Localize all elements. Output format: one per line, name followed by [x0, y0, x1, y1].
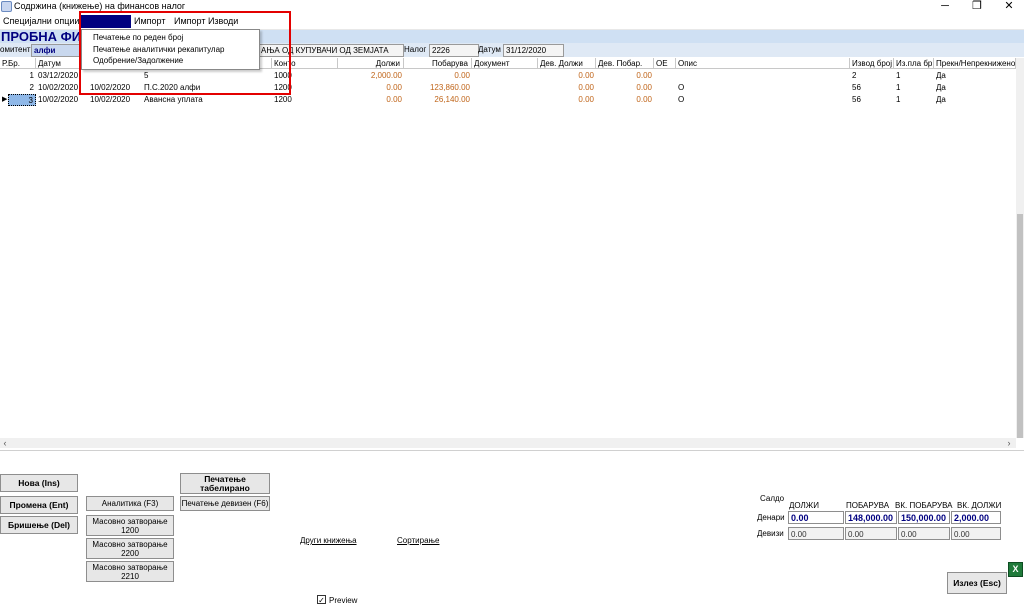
denari-vk-pobaruva-value: 150,000.00: [898, 511, 950, 524]
scroll-left-icon[interactable]: ‹: [0, 438, 10, 448]
cell-izvod: 2: [852, 71, 857, 80]
cell-dolzi: 0.00: [386, 95, 402, 104]
annotation-highlight-box: [79, 11, 291, 95]
cell-datum2: 10/02/2020: [90, 95, 131, 104]
mass-close-1200-button[interactable]: Масовно затворање 1200: [86, 515, 174, 536]
minimize-button[interactable]: ─: [930, 0, 960, 14]
print-tabular-button[interactable]: Печатење табелирано: [180, 473, 270, 494]
excel-export-icon[interactable]: X: [1008, 562, 1023, 577]
print-foreign-button[interactable]: Печатење девизен (F6): [180, 496, 270, 511]
firm-name: ПРОБНА ФИР: [1, 29, 90, 44]
denari-dolzi-value: 0.00: [788, 511, 844, 524]
devizi-dolzi-value: 0.00: [788, 527, 844, 540]
cell-izpla: 1: [896, 83, 901, 92]
col-header-dolzi[interactable]: Должи: [338, 58, 404, 69]
cell-description: Авансна уплата: [144, 95, 203, 104]
cell-dolzi: 0.00: [386, 83, 402, 92]
col-header-dokument[interactable]: Документ: [472, 58, 538, 69]
table-row[interactable]: ▶ 3 10/02/2020 10/02/2020 Авансна уплата…: [0, 94, 1016, 106]
new-button[interactable]: Нова (Ins): [0, 474, 78, 492]
col-header-opis[interactable]: Опис: [676, 58, 850, 69]
cell-oe: [654, 82, 676, 94]
cell-dokument: [472, 70, 538, 82]
cell-izpla: 1: [896, 71, 901, 80]
col-header-pobaruva[interactable]: Побарува: [404, 58, 472, 69]
cell-dokument: [472, 94, 538, 106]
cell-prekn: Да: [936, 83, 946, 92]
cell-dev-pobar: 0.00: [636, 83, 652, 92]
col-header-dev-pobar[interactable]: Дев. Побар.: [596, 58, 654, 69]
exit-button[interactable]: Излез (Esc): [947, 572, 1007, 594]
cell-dev-dolzi: 0.00: [578, 95, 594, 104]
cell-dolzi: 2,000.00: [370, 71, 402, 80]
vertical-scroll-thumb[interactable]: [1017, 214, 1023, 438]
cell-dev-dolzi: 0.00: [578, 83, 594, 92]
komitent-label: омитент: [0, 45, 31, 54]
saldo-header-dolzi: ДОЛЖИ: [789, 501, 819, 510]
row-pointer-icon: ▶: [2, 96, 8, 103]
cell-prekn: Да: [936, 71, 946, 80]
delete-button[interactable]: Бришење (Del): [0, 516, 78, 534]
col-header-izpla[interactable]: Из.пла бр.: [894, 58, 934, 69]
journal-grid: Р.Бр. Датум Конто Должи Побарува Докумен…: [0, 58, 1016, 438]
cell-dokument: [472, 82, 538, 94]
cell-izvod: 56: [852, 83, 861, 92]
cell-rb: 1: [29, 71, 34, 80]
komitent-field[interactable]: алфи: [31, 44, 85, 57]
col-header-prekn[interactable]: Прекн/Непрекнижено: [934, 58, 1016, 69]
denari-label: Денари: [757, 513, 785, 522]
cell-pobaruva: 26,140.00: [434, 95, 470, 104]
edit-button[interactable]: Промена (Ent): [0, 496, 78, 514]
devizi-vk-dolzi-value: 0.00: [951, 527, 1001, 540]
cell-oe: [654, 70, 676, 82]
cell-opis: О: [678, 95, 685, 104]
analytics-button[interactable]: Аналитика (F3): [86, 496, 174, 511]
cell-izvod: 56: [852, 95, 861, 104]
cell-dev-pobar: 0.00: [636, 71, 652, 80]
cell-datum: 10/02/2020: [38, 95, 79, 104]
cell-prekn: Да: [936, 95, 946, 104]
mass-close-2200-button[interactable]: Масовно затворање 2200: [86, 538, 174, 559]
denari-vk-dolzi-value: 2,000.00: [951, 511, 1001, 524]
restore-button[interactable]: ❐: [962, 0, 992, 14]
devizi-vk-pobaruva-value: 0.00: [898, 527, 950, 540]
preview-label: Preview: [329, 596, 358, 605]
nalog-field: 2226: [429, 44, 479, 57]
cell-pobaruva: 123,860.00: [429, 83, 470, 92]
saldo-header-pobaruva: ПОБАРУВА: [846, 501, 890, 510]
other-postings-link[interactable]: Други книжења: [300, 536, 357, 545]
col-header-izvod[interactable]: Извод број: [850, 58, 894, 69]
cell-opis: О: [678, 83, 685, 92]
cell-oe: [654, 94, 676, 106]
cell-izpla: 1: [896, 95, 901, 104]
cell-dev-pobar: 0.00: [636, 95, 652, 104]
cell-opis: [676, 70, 850, 82]
cell-dev-dolzi: 0.00: [578, 71, 594, 80]
close-button[interactable]: ✕: [994, 0, 1024, 14]
window-title: Содржина (книжење) на финансов налог: [14, 1, 186, 11]
cell-rb: 2: [29, 83, 34, 92]
cell-pobaruva: 0.00: [454, 71, 470, 80]
scroll-right-icon[interactable]: ›: [1004, 438, 1014, 448]
col-header-dev-dolzi[interactable]: Дев. Должи: [538, 58, 596, 69]
saldo-header-vk-dolzi: ВК. ДОЛЖИ: [957, 501, 1002, 510]
menu-special-options[interactable]: Специјални опции: [0, 15, 82, 28]
app-icon: [1, 1, 12, 12]
datum-label: Датум: [478, 45, 501, 54]
col-header-oe[interactable]: ОЕ: [654, 58, 676, 69]
sorting-link[interactable]: Сортирање: [397, 536, 439, 545]
saldo-header-vk-pobaruva: ВК. ПОБАРУВА: [895, 501, 953, 510]
datum-field: 31/12/2020: [503, 44, 564, 57]
devizi-pobaruva-value: 0.00: [845, 527, 897, 540]
saldo-label: Салдо: [760, 494, 785, 503]
mass-close-2210-button[interactable]: Масовно затворање 2210: [86, 561, 174, 582]
cell-konto: 1200: [274, 95, 292, 104]
preview-checkbox[interactable]: ✓: [317, 595, 326, 605]
nalog-label: Налог: [404, 45, 427, 54]
horizontal-scrollbar[interactable]: ‹ ›: [0, 438, 1016, 448]
col-header-rb[interactable]: Р.Бр.: [0, 58, 36, 69]
devizi-label: Девизи: [757, 529, 784, 538]
cell-rb: 3: [8, 94, 36, 106]
denari-pobaruva-value: 148,000.00: [845, 511, 897, 524]
